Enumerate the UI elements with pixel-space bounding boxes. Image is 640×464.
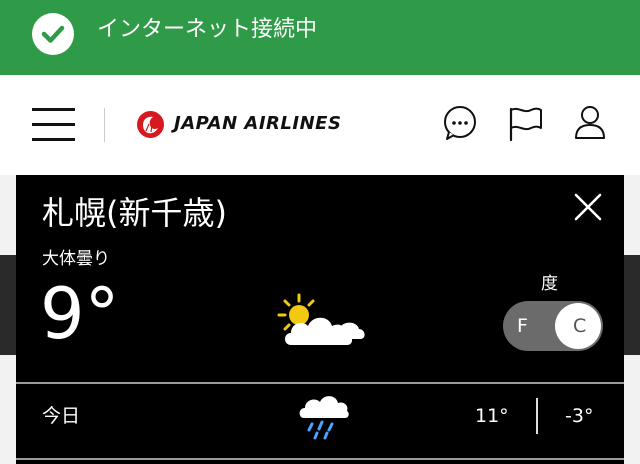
forecast-day: 今日: [42, 405, 81, 427]
navbar-divider: [104, 108, 105, 142]
user-icon[interactable]: [570, 103, 610, 143]
chat-bubble-icon[interactable]: [441, 103, 481, 143]
connection-status-text: インターネット接続中: [97, 17, 318, 42]
forecast-bottom-divider: [16, 458, 624, 460]
close-icon[interactable]: [571, 190, 605, 224]
hamburger-menu-icon[interactable]: [32, 108, 76, 142]
jal-crane-logo[interactable]: [137, 111, 164, 138]
unit-option-c[interactable]: C: [573, 313, 586, 339]
rain-icon: [299, 396, 349, 440]
connection-status-bar: インターネット接続中: [0, 0, 640, 75]
check-circle-icon: [32, 13, 74, 55]
background-image: [624, 255, 640, 355]
unit-label: 度: [541, 274, 558, 294]
partly-sunny-icon: [277, 293, 365, 345]
forecast-divider: [16, 382, 624, 384]
city-name: 札幌(新千歳): [42, 194, 227, 232]
background-image: [0, 255, 16, 355]
unit-toggle[interactable]: F C: [503, 301, 603, 351]
brand-name[interactable]: JAPAN AIRLINES: [174, 112, 341, 136]
current-temperature: 9°: [40, 273, 120, 355]
unit-option-f[interactable]: F: [517, 313, 528, 339]
forecast-low: -3°: [565, 405, 594, 427]
forecast-high: 11°: [475, 405, 509, 427]
weather-condition: 大体曇り: [42, 249, 110, 269]
temp-separator: [536, 398, 538, 434]
flag-icon[interactable]: [506, 103, 546, 143]
